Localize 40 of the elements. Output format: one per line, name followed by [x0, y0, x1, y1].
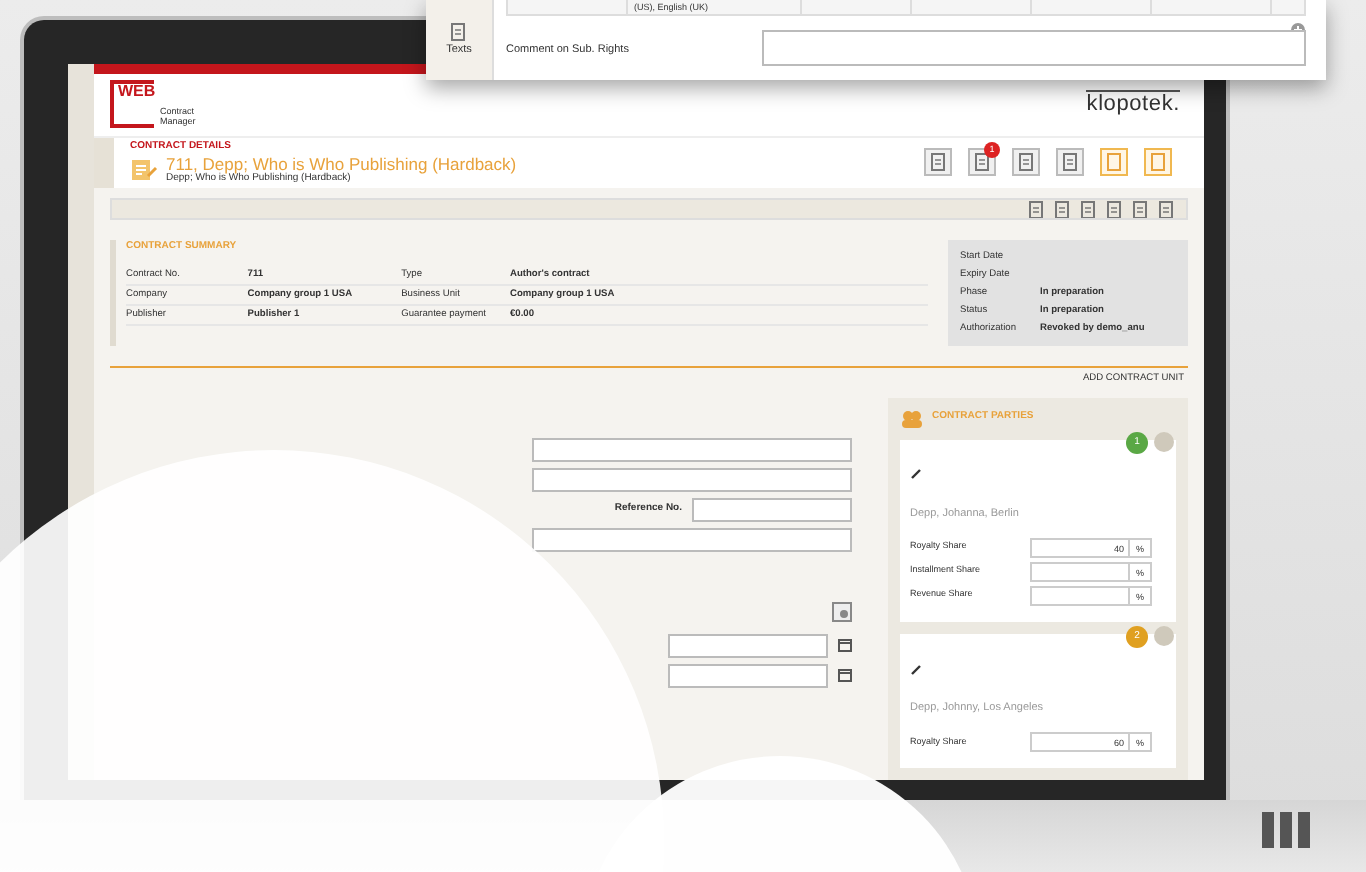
toolbar-button[interactable] [924, 148, 952, 177]
people-icon [900, 409, 924, 428]
document-icon [1150, 152, 1166, 173]
calendar-icon [838, 668, 852, 683]
tool-icon [1132, 200, 1148, 219]
input-field[interactable] [532, 527, 852, 552]
input-field[interactable] [532, 437, 852, 462]
logo-mark: WEB [110, 80, 154, 129]
document-icon [1106, 152, 1122, 173]
toolbar-button[interactable] [1056, 148, 1084, 177]
tool-icon [1158, 200, 1174, 219]
document-icon [930, 152, 946, 173]
pen-icon [910, 663, 922, 676]
tool-icon [1080, 200, 1096, 219]
remove-icon[interactable] [1154, 625, 1174, 646]
document-icon [450, 21, 468, 42]
toolbar-button[interactable] [1144, 148, 1172, 177]
pen-icon [910, 468, 922, 481]
calendar-icon [838, 638, 852, 653]
comment-field[interactable] [762, 30, 1306, 66]
input-field[interactable] [692, 497, 852, 522]
document-icon [1018, 152, 1034, 173]
input-field[interactable] [1030, 561, 1130, 582]
input-field[interactable] [1030, 585, 1130, 606]
document-icon [1062, 152, 1078, 173]
contract-title: 711, Depp; Who is Who Publishing (Hardback) [166, 155, 517, 174]
tool-icon [1054, 200, 1070, 219]
tool-icon [1028, 200, 1044, 219]
settings-icon [832, 601, 852, 622]
toolbar-button[interactable] [1012, 148, 1040, 177]
input-field[interactable] [668, 633, 828, 658]
bars-logo-icon [1262, 812, 1312, 848]
remove-icon[interactable] [1154, 431, 1174, 452]
input-field[interactable] [532, 467, 852, 492]
brand-name: klopotek. [1086, 90, 1180, 119]
contract-icon [130, 157, 158, 182]
input-field[interactable] [668, 663, 828, 688]
tool-icon [1106, 200, 1122, 219]
toolbar-button[interactable] [1100, 148, 1128, 177]
document-icon [974, 152, 990, 173]
